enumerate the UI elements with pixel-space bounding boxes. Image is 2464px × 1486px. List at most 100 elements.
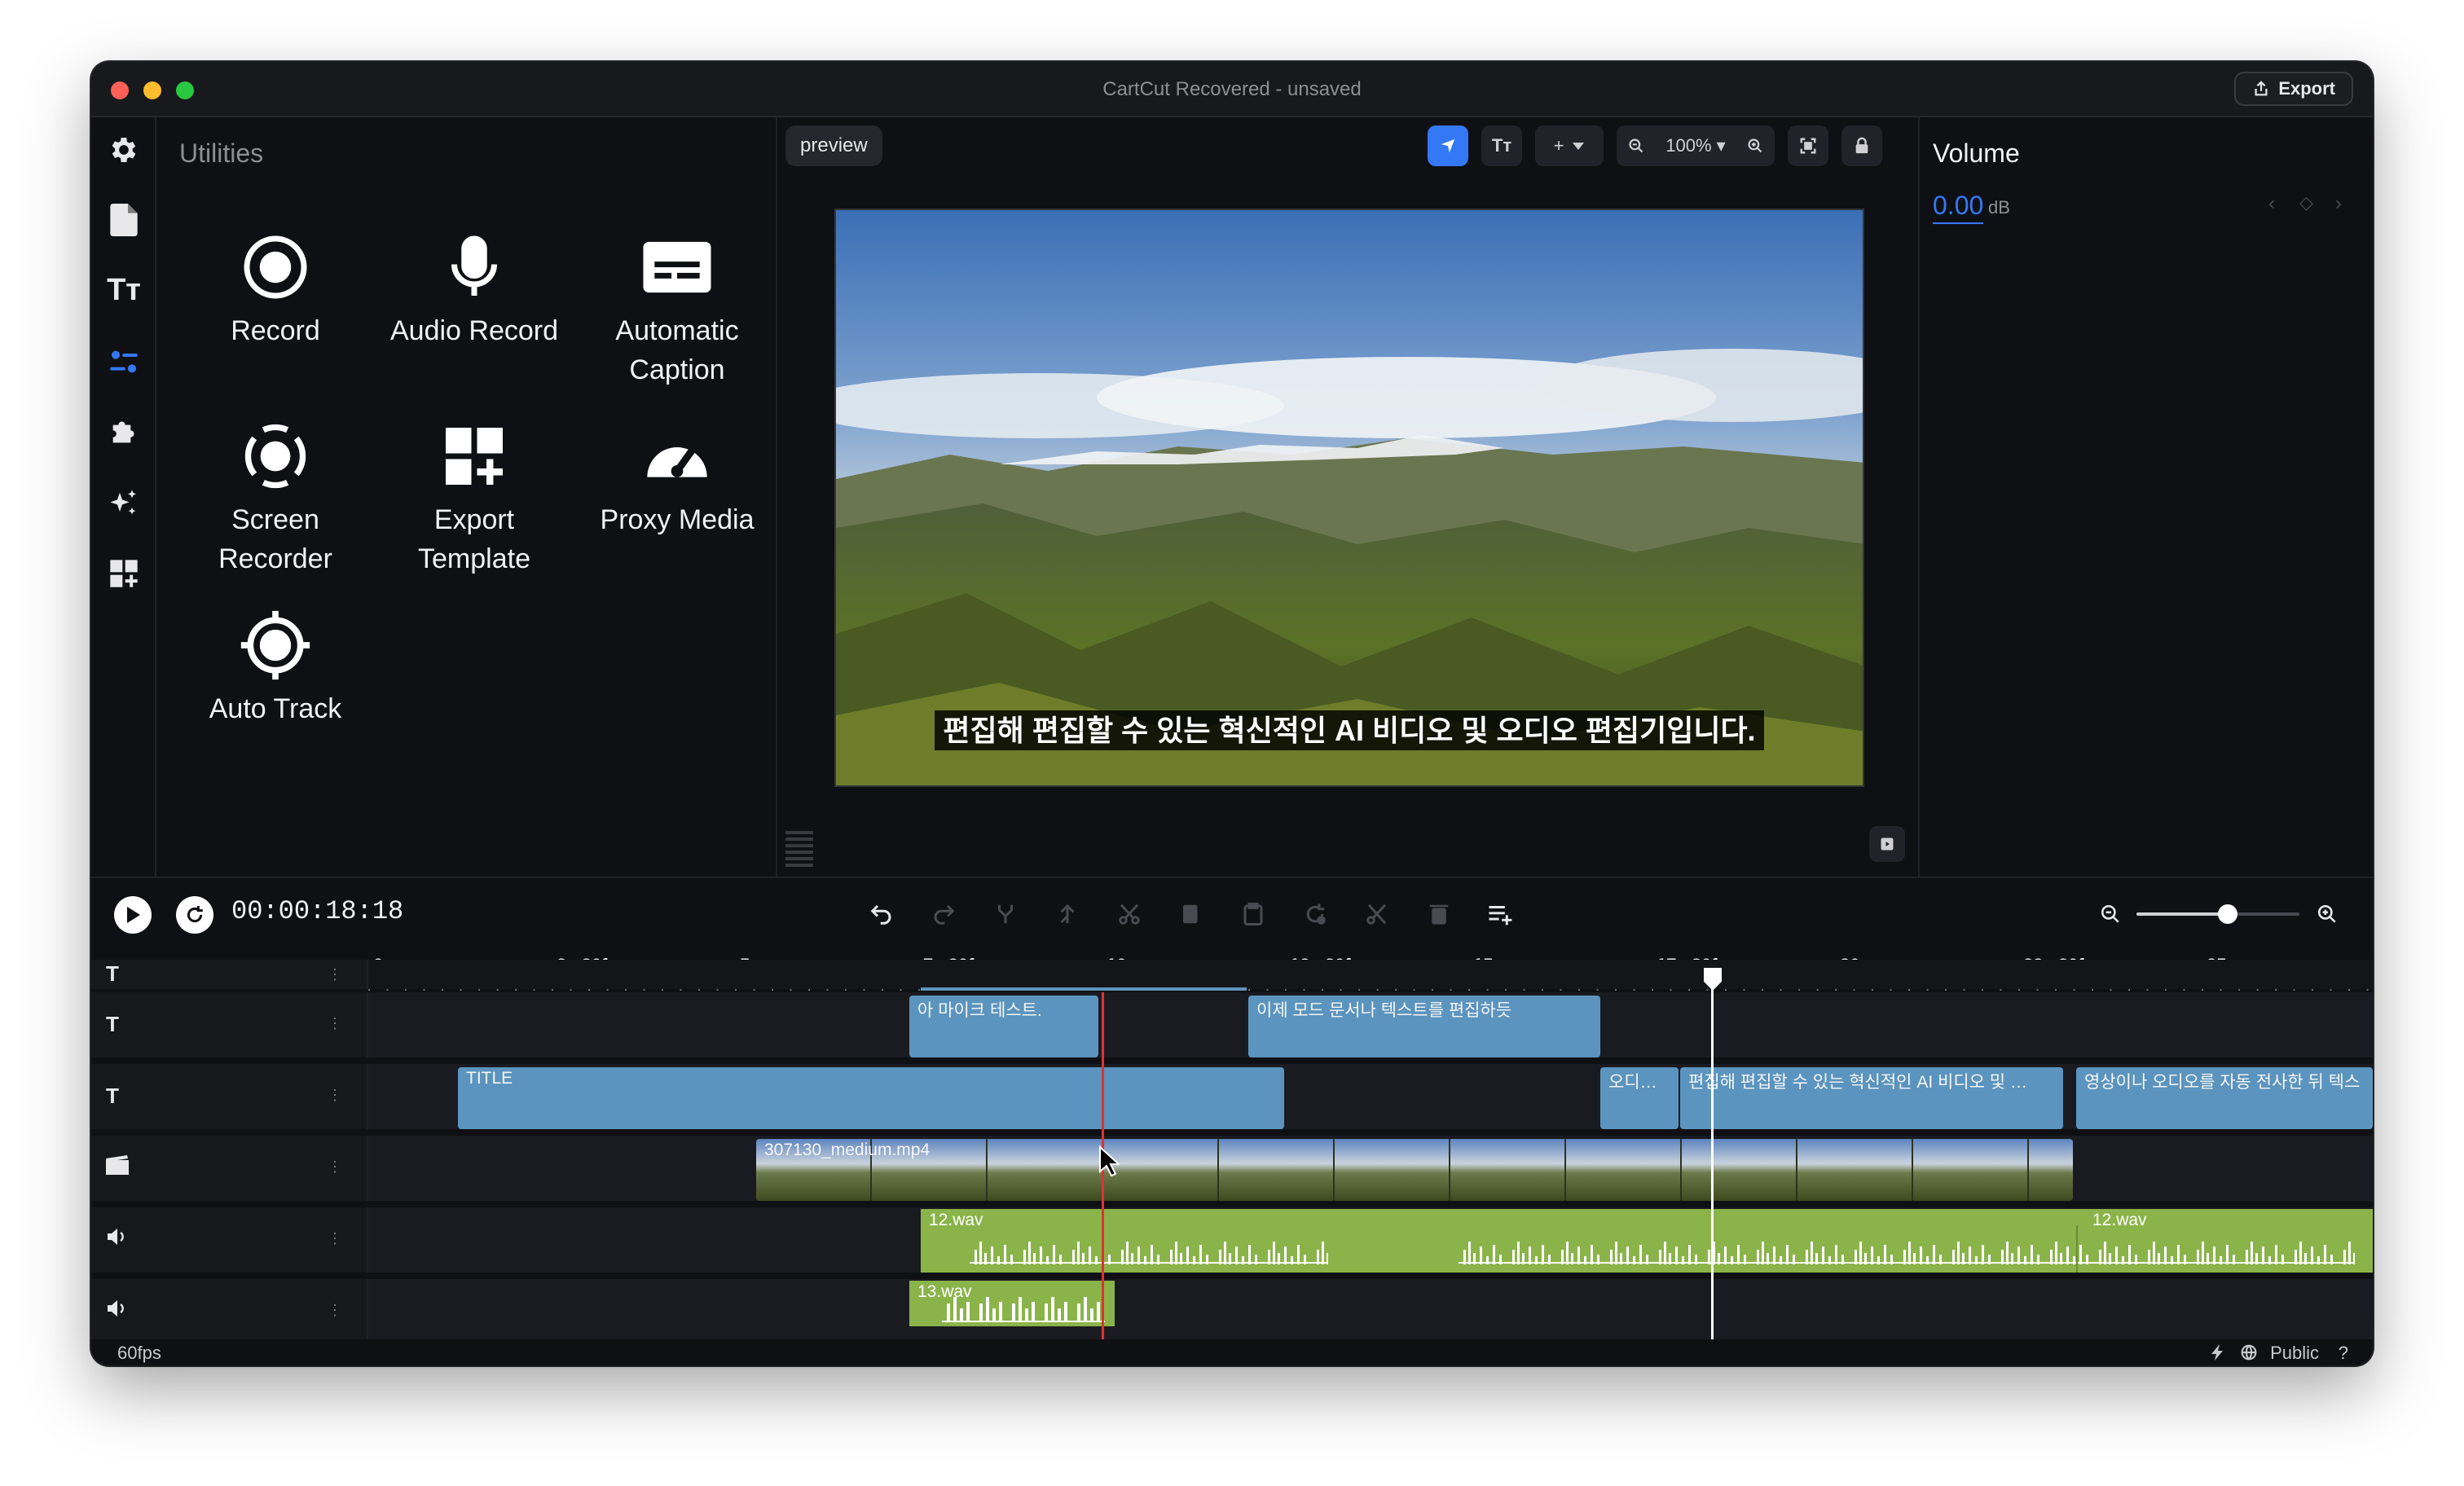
zoom-in-icon (2317, 904, 2336, 923)
undo-button[interactable] (864, 896, 900, 932)
text-clip[interactable]: 편집해 편집할 수 있는 혁신적인 AI 비디오 및 … (1680, 1067, 2063, 1129)
caption-icon (643, 241, 711, 293)
timeline-zoom-slider[interactable] (2136, 904, 2299, 924)
audio-clip[interactable]: 13.wav (909, 1281, 1115, 1326)
track-menu-icon[interactable]: ⋮ (328, 966, 342, 983)
text-tool-button[interactable]: Tт (1481, 125, 1522, 166)
inspector-title: Volume (1933, 138, 2020, 168)
loop-button[interactable] (176, 896, 213, 934)
add-element-button[interactable]: + (1535, 125, 1604, 166)
slider-thumb[interactable] (2218, 904, 2237, 924)
export-template-tool[interactable]: Export Template (376, 415, 572, 578)
timeline-zoom-out[interactable] (2092, 896, 2128, 932)
clip-label: 오디… (1608, 1073, 1657, 1092)
next-keyframe-icon[interactable]: › (2335, 192, 2342, 215)
template-icon (446, 428, 503, 485)
fit-screen-button[interactable] (1788, 125, 1828, 166)
window-title: CartCut Recovered - unsaved (1102, 78, 1362, 100)
track-menu-icon[interactable]: ⋮ (328, 1015, 342, 1032)
refresh-icon (187, 906, 203, 923)
mouse-cursor-icon (1099, 1145, 1120, 1176)
lock-button[interactable] (1841, 125, 1882, 166)
text-clip[interactable]: 영상이나 오디오를 자동 전사한 뒤 텍스 (2076, 1067, 2373, 1129)
text-icon[interactable]: Tт (107, 273, 141, 307)
split-merge-button[interactable] (988, 896, 1023, 932)
utilities-icon[interactable] (108, 345, 140, 378)
track-menu-icon[interactable]: ⋮ (328, 1087, 342, 1104)
paste-button[interactable] (1235, 896, 1271, 932)
timeline-track[interactable]: T ⋮ TITLE 오디… 편집해 편집할 수 있는 혁신적인 AI 비디오 및… (91, 1064, 2373, 1129)
target-icon (240, 610, 310, 680)
auto-track-tool[interactable]: Auto Track (178, 605, 373, 728)
volume-value[interactable]: 0.00 (1933, 191, 1984, 224)
sparkle-icon[interactable] (108, 487, 140, 520)
screen-recorder-tool[interactable]: Screen Recorder (178, 415, 373, 578)
replace-button[interactable] (1297, 896, 1333, 932)
speaker-icon (106, 1227, 127, 1252)
add-track-button[interactable] (1483, 896, 1519, 932)
prev-keyframe-icon[interactable]: ‹ (2268, 192, 2275, 215)
subtitle-overlay: 편집해 편집할 수 있는 혁신적인 AI 비디오 및 오디오 편집기입니다. (836, 707, 1863, 750)
track-menu-icon[interactable]: ⋮ (328, 1302, 342, 1319)
timecode: 00:00:18:18 (231, 896, 404, 926)
text-clip[interactable]: 이제 모드 문서나 텍스트를 편집하듯 (1248, 996, 1600, 1057)
text-clip[interactable]: TITLE (458, 1067, 1284, 1129)
redo-button[interactable] (926, 896, 961, 932)
clip-label: TITLE (466, 1069, 513, 1088)
playhead-line[interactable] (1711, 976, 1714, 1343)
clip-label: 12.wav (929, 1211, 983, 1229)
audio-meter-icon (785, 831, 813, 867)
play-button[interactable] (114, 896, 152, 934)
fullscreen-button[interactable] (1869, 826, 1905, 862)
zoom-out-icon[interactable] (1628, 138, 1644, 154)
plus-icon: + (1553, 135, 1564, 156)
video-preview[interactable]: 편집해 편집할 수 있는 혁신적인 AI 비디오 및 오디오 편집기입니다. (834, 209, 1864, 787)
select-tool-button[interactable] (1428, 125, 1468, 166)
export-label: Export (2278, 78, 2335, 99)
timeline-panel: 00:00:18:18 0s 2s 30f 5s 7s 30f 10s (91, 877, 2373, 1365)
timeline-zoom-in[interactable] (2309, 896, 2345, 932)
track-header: T ⋮ (91, 960, 368, 989)
zoom-control: 100% ▾ (1617, 125, 1775, 166)
help-button[interactable]: ? (2339, 1343, 2348, 1364)
timeline-track[interactable]: ⋮ 13.wav (91, 1279, 2373, 1341)
audio-clip[interactable]: 12.wav 12.wav (921, 1209, 2373, 1273)
file-icon[interactable] (108, 204, 140, 236)
puzzle-icon[interactable] (108, 415, 140, 448)
copy-button[interactable] (1173, 896, 1209, 932)
track-menu-icon[interactable]: ⋮ (328, 1230, 342, 1247)
preview-tab[interactable]: preview (785, 125, 882, 166)
lightning-icon[interactable] (2211, 1344, 2224, 1361)
zoom-level[interactable]: 100% ▾ (1665, 135, 1725, 156)
copy-icon (1183, 904, 1198, 924)
lift-button[interactable] (1049, 896, 1085, 932)
automatic-caption-tool[interactable]: Automatic Caption (575, 226, 779, 389)
timeline-track[interactable]: ⋮ 12.wav 12.wav (91, 1207, 2373, 1273)
zoom-in-icon[interactable] (1747, 138, 1763, 154)
title-bar: CartCut Recovered - unsaved Export (91, 62, 2373, 117)
text-clip[interactable]: 오디… (1600, 1067, 1679, 1129)
timeline-track[interactable]: ⋮ 307130_medium.mp4 (91, 1136, 2373, 1201)
export-button[interactable]: Export (2234, 72, 2353, 106)
delete-button[interactable] (1421, 896, 1457, 932)
tool-label: Export Template (418, 504, 530, 574)
timeline-track[interactable]: T ⋮ (91, 960, 2373, 991)
track-menu-icon[interactable]: ⋮ (328, 1158, 342, 1176)
add-widget-icon[interactable] (108, 557, 140, 590)
play-icon (127, 907, 140, 923)
record-tool[interactable]: Record (178, 226, 373, 350)
undo-icon (870, 904, 891, 925)
video-clip[interactable]: 307130_medium.mp4 (756, 1139, 2073, 1201)
proxy-media-tool[interactable]: Proxy Media (575, 415, 779, 539)
clip-label: 아 마이크 테스트. (917, 1001, 1042, 1020)
cut-button[interactable] (1111, 896, 1147, 932)
audio-record-tool[interactable]: Audio Record (376, 226, 572, 350)
waveform (970, 1225, 2355, 1273)
track-header: T ⋮ (91, 992, 368, 1057)
gear-icon[interactable] (108, 134, 140, 166)
cut-silence-button[interactable] (1359, 896, 1395, 932)
text-clip[interactable]: 아 마이크 테스트. (909, 996, 1098, 1057)
timeline-track[interactable]: T ⋮ 아 마이크 테스트. 이제 모드 문서나 텍스트를 편집하듯 (91, 992, 2373, 1057)
keyframe-diamond-icon[interactable]: ◇ (2299, 192, 2313, 213)
visibility-status[interactable]: Public (2270, 1343, 2319, 1364)
